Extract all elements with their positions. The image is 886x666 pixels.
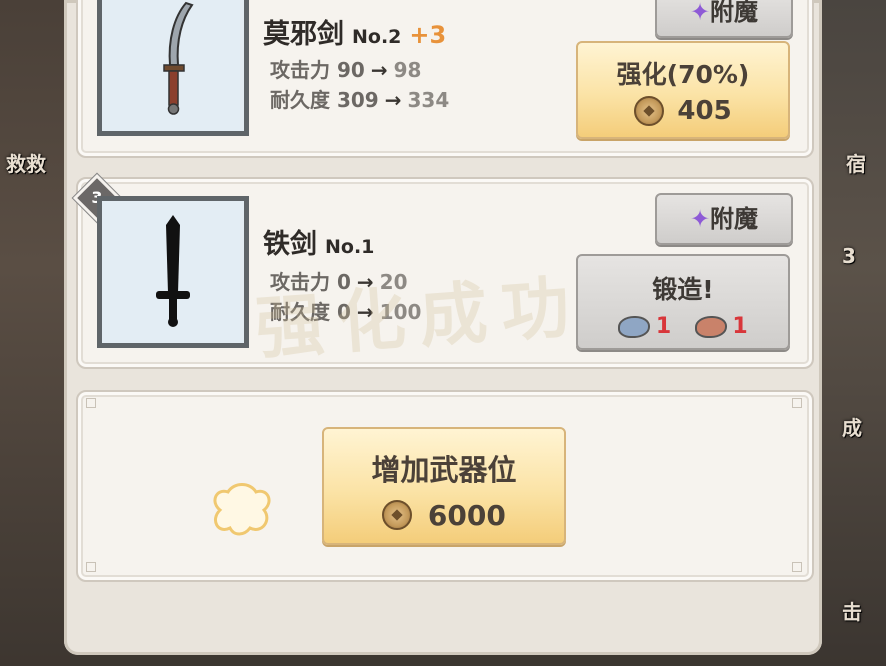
coin-icon bbox=[634, 95, 665, 126]
corner-ornament bbox=[86, 562, 96, 572]
attack-label: 攻击力 bbox=[270, 58, 330, 82]
background-left bbox=[0, 0, 70, 666]
copper-ore-icon bbox=[694, 315, 727, 338]
corner-ornament bbox=[86, 398, 96, 408]
enchant-label: 附魔 bbox=[710, 0, 759, 26]
weapon-name-text: 莫邪剑 bbox=[263, 19, 344, 50]
enchant-button-1[interactable]: ✦附魔 bbox=[655, 0, 793, 38]
copper-ore-count: 1 bbox=[732, 314, 748, 339]
iron-ore-icon bbox=[618, 315, 651, 338]
iron-sword-icon bbox=[156, 215, 190, 327]
side-label-right-bottom: 击 bbox=[842, 600, 862, 624]
weapon-thumbnail-1[interactable] bbox=[97, 0, 249, 136]
arrow-icon: → bbox=[370, 58, 388, 82]
iron-ore-count: 1 bbox=[655, 314, 672, 339]
weapon-name-text: 铁剑 bbox=[263, 229, 317, 260]
corner-ornament bbox=[792, 562, 802, 572]
enchant-label: 附魔 bbox=[710, 205, 759, 233]
attack-next: 98 bbox=[393, 58, 422, 82]
enchant-button-2[interactable]: ✦附魔 bbox=[655, 193, 793, 245]
empty-slot-icon bbox=[213, 483, 271, 536]
weapon-name-1: 莫邪剑 No.2 +3 bbox=[263, 12, 446, 51]
weapon-thumbnail-2[interactable] bbox=[97, 196, 249, 348]
enhance-button[interactable]: 强化(70%) 405 bbox=[576, 41, 790, 139]
forge-label: 锻造! bbox=[652, 275, 714, 304]
purple-flame-icon: ✦ bbox=[689, 0, 711, 26]
purple-flame-icon: ✦ bbox=[689, 205, 711, 233]
corner-ornament bbox=[792, 398, 802, 408]
add-slot-label: 增加武器位 bbox=[371, 453, 517, 487]
add-slot-cost: 6000 bbox=[427, 498, 506, 532]
durability-label: 耐久度 bbox=[270, 88, 330, 112]
add-weapon-slot-button[interactable]: 增加武器位 6000 bbox=[322, 427, 566, 545]
durability-next: 334 bbox=[407, 88, 450, 112]
side-label-right-top: 宿 bbox=[846, 152, 866, 176]
durability-current: 309 bbox=[336, 88, 379, 112]
weapon-number: No.2 bbox=[352, 26, 402, 48]
arrow-icon: → bbox=[384, 88, 402, 112]
background-right bbox=[820, 0, 886, 666]
enhance-level: +3 bbox=[409, 21, 447, 49]
weapon-number: No.1 bbox=[325, 236, 375, 258]
side-label-left: 救救 bbox=[6, 152, 46, 176]
durability-stat-1: 耐久度 309 → 334 bbox=[270, 84, 449, 113]
attack-current: 90 bbox=[336, 58, 365, 82]
coin-icon bbox=[382, 500, 413, 530]
forge-button[interactable]: 锻造! 1 1 bbox=[576, 254, 790, 350]
side-label-right-mid: 成 bbox=[842, 416, 862, 440]
weapon-name-2: 铁剑 No.1 bbox=[263, 222, 374, 261]
side-label-right-num: 3 bbox=[842, 244, 856, 268]
curved-sword-icon bbox=[163, 1, 194, 115]
attack-stat-1: 攻击力 90 → 98 bbox=[270, 54, 421, 83]
enhance-label: 强化(70%) bbox=[616, 60, 750, 89]
enhance-cost: 405 bbox=[677, 95, 732, 126]
